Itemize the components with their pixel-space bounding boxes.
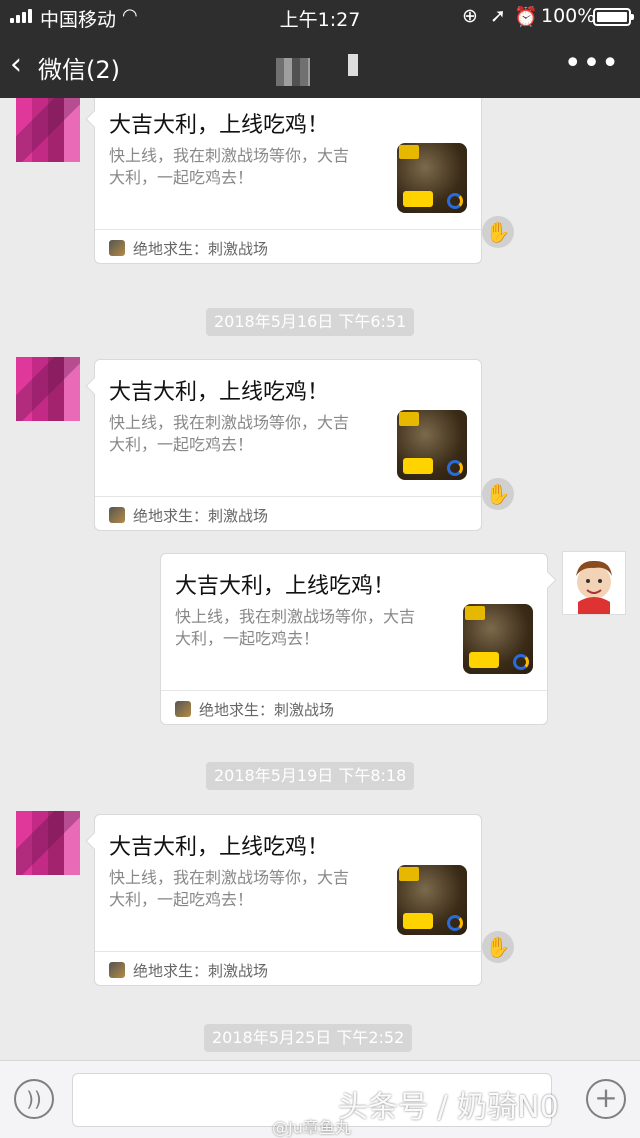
shared-card-message[interactable]: 大吉大利，上线吃鸡！ 快上线，我在刺激战场等你，大吉大利，一起吃鸡去！ 绝地求生…	[160, 553, 557, 725]
card-source: 绝地求生：刺激战场	[133, 240, 269, 258]
back-button-label[interactable]: 微信(2)	[38, 50, 120, 85]
hand-icon[interactable]: ✋	[482, 478, 514, 510]
my-avatar[interactable]	[562, 551, 626, 615]
card-source: 绝地求生：刺激战场	[133, 962, 269, 980]
game-thumbnail	[397, 865, 467, 935]
game-thumbnail	[463, 604, 533, 674]
card-title: 大吉大利，上线吃鸡！	[175, 574, 396, 599]
game-app-icon	[109, 962, 125, 978]
shared-card-message[interactable]: 大吉大利，上线吃鸡！ 快上线，我在刺激战场等你，大吉大利，一起吃鸡去！ 绝地求生…	[85, 359, 482, 531]
avatar[interactable]	[16, 357, 80, 421]
avatar[interactable]	[16, 811, 80, 875]
game-app-icon	[109, 240, 125, 256]
chevron-left-icon[interactable]: ‹	[10, 48, 22, 82]
plus-icon[interactable]: +	[586, 1079, 626, 1119]
chat-messages[interactable]: 大吉大利，上线吃鸡！ 快上线，我在刺激战场等你，大吉大利，一起吃鸡去！ 绝地求生…	[0, 98, 640, 1060]
card-title: 大吉大利，上线吃鸡！	[109, 380, 330, 405]
game-app-icon	[175, 701, 191, 717]
more-dots-icon[interactable]: •••	[564, 46, 620, 81]
chat-header: ‹ 微信(2) •••	[0, 34, 640, 98]
hand-icon[interactable]: ✋	[482, 931, 514, 963]
alarm-icon: ⏰	[514, 6, 538, 28]
avatar[interactable]	[16, 98, 80, 162]
card-source: 绝地求生：刺激战场	[199, 701, 335, 719]
shared-card-message[interactable]: 大吉大利，上线吃鸡！ 快上线，我在刺激战场等你，大吉大利，一起吃鸡去！ 绝地求生…	[85, 98, 482, 264]
battery-icon	[593, 8, 634, 26]
card-title: 大吉大利，上线吃鸡！	[109, 113, 330, 138]
card-source: 绝地求生：刺激战场	[133, 507, 269, 525]
card-description: 快上线，我在刺激战场等你，大吉大利，一起吃鸡去！	[109, 868, 350, 909]
location-icon: ➚	[490, 5, 506, 27]
card-description: 快上线，我在刺激战场等你，大吉大利，一起吃鸡去！	[175, 607, 416, 648]
game-app-icon	[109, 507, 125, 523]
shared-card-message[interactable]: 大吉大利，上线吃鸡！ 快上线，我在刺激战场等你，大吉大利，一起吃鸡去！ 绝地求生…	[85, 814, 482, 986]
card-title: 大吉大利，上线吃鸡！	[109, 835, 330, 860]
chat-title-redacted-mark	[348, 54, 358, 76]
card-description: 快上线，我在刺激战场等你，大吉大利，一起吃鸡去！	[109, 146, 350, 187]
chat-title-redacted	[276, 58, 310, 86]
timestamp: 2018年5月25日 下午2:52	[204, 1024, 413, 1052]
watermark-main: 头条号 / 奶骑N0	[338, 1090, 559, 1125]
game-thumbnail	[397, 143, 467, 213]
status-bar: 中国移动 ◠ 上午1:27 ⊕ ➚ ⏰ 100%	[0, 0, 640, 34]
timestamp: 2018年5月16日 下午6:51	[206, 308, 415, 336]
battery-percent: 100%	[541, 5, 596, 27]
hand-icon[interactable]: ✋	[482, 216, 514, 248]
game-thumbnail	[397, 410, 467, 480]
card-description: 快上线，我在刺激战场等你，大吉大利，一起吃鸡去！	[109, 413, 350, 454]
timestamp: 2018年5月19日 下午8:18	[206, 762, 415, 790]
watermark-sub: @Ju章鱼丸	[272, 1118, 351, 1137]
voice-icon[interactable]: ))	[14, 1079, 54, 1119]
rotation-lock-icon: ⊕	[462, 5, 478, 27]
